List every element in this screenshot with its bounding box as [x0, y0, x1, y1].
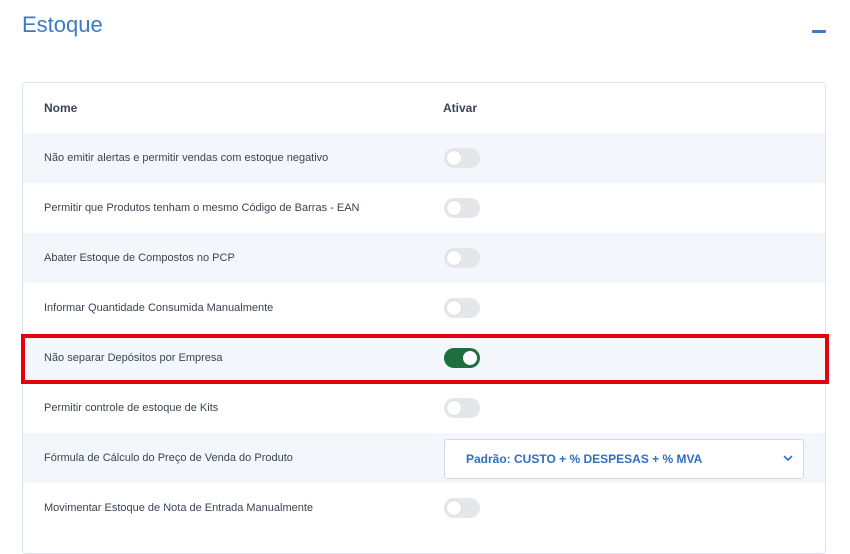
column-header-active: Ativar	[443, 101, 478, 115]
table-row: Não separar Depósitos por Empresa	[23, 333, 825, 383]
section-header: Estoque	[22, 12, 828, 42]
toggle-switch[interactable]	[444, 198, 480, 218]
toggle-knob	[463, 351, 477, 365]
toggle-knob	[447, 501, 461, 515]
row-label: Permitir que Produtos tenham o mesmo Cód…	[44, 202, 360, 214]
settings-card: Nome Ativar Não emitir alertas e permiti…	[22, 82, 826, 554]
toggle-switch[interactable]	[444, 298, 480, 318]
row-label: Informar Quantidade Consumida Manualment…	[44, 302, 274, 314]
settings-rows: Não emitir alertas e permitir vendas com…	[23, 133, 825, 533]
table-header: Nome Ativar	[23, 83, 825, 133]
toggle-knob	[447, 201, 461, 215]
table-row: Permitir controle de estoque de Kits	[23, 383, 825, 433]
toggle-switch[interactable]	[444, 498, 480, 518]
chevron-down-icon	[783, 455, 793, 461]
toggle-knob	[447, 301, 461, 315]
table-row: Movimentar Estoque de Nota de Entrada Ma…	[23, 483, 825, 533]
table-row: Fórmula de Cálculo do Preço de Venda do …	[23, 433, 825, 483]
row-label: Movimentar Estoque de Nota de Entrada Ma…	[44, 502, 314, 514]
select-value: Padrão: CUSTO + % DESPESAS + % MVA	[466, 452, 703, 466]
toggle-switch[interactable]	[444, 398, 480, 418]
row-label: Fórmula de Cálculo do Preço de Venda do …	[44, 452, 293, 464]
minus-icon[interactable]	[812, 30, 826, 33]
table-row: Não emitir alertas e permitir vendas com…	[23, 133, 825, 183]
row-label: Não separar Depósitos por Empresa	[44, 352, 223, 364]
toggle-knob	[447, 151, 461, 165]
toggle-knob	[447, 251, 461, 265]
table-row: Permitir que Produtos tenham o mesmo Cód…	[23, 183, 825, 233]
row-label: Permitir controle de estoque de Kits	[44, 402, 219, 414]
section-title: Estoque	[22, 12, 103, 37]
toggle-switch[interactable]	[444, 148, 480, 168]
toggle-knob	[447, 401, 461, 415]
toggle-switch[interactable]	[444, 248, 480, 268]
table-row: Abater Estoque de Compostos no PCP	[23, 233, 825, 283]
row-label: Não emitir alertas e permitir vendas com…	[44, 152, 329, 164]
row-label: Abater Estoque de Compostos no PCP	[44, 252, 235, 264]
column-header-name: Nome	[44, 101, 78, 115]
price-formula-select[interactable]: Padrão: CUSTO + % DESPESAS + % MVA	[444, 439, 804, 479]
toggle-switch[interactable]	[444, 348, 480, 368]
table-row: Informar Quantidade Consumida Manualment…	[23, 283, 825, 333]
